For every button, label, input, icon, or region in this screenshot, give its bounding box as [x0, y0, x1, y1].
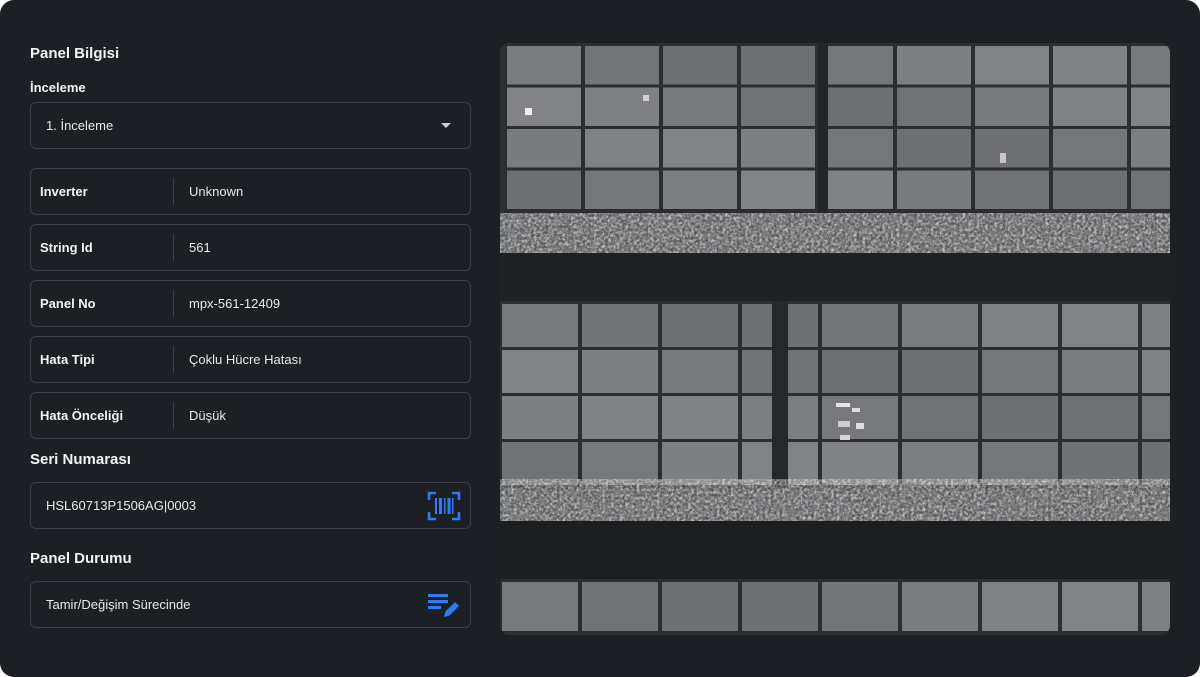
info-key: Hata Önceliği: [40, 408, 124, 423]
solar-array-image: [500, 43, 1170, 635]
info-row-inverter: Inverter Unknown: [30, 168, 471, 215]
panel-status-value: Tamir/Değişim Sürecinde: [46, 597, 191, 612]
panel-thermal-image: [500, 43, 1170, 635]
info-value: Düşük: [189, 408, 226, 423]
edit-list-icon[interactable]: [426, 588, 462, 622]
info-key: Panel No: [40, 296, 96, 311]
info-value: mpx-561-12409: [189, 296, 281, 311]
info-value: Unknown: [189, 184, 244, 199]
inspection-selected-value: 1. İnceleme: [46, 118, 114, 133]
info-key: Hata Tipi: [40, 352, 95, 367]
panel-status-title: Panel Durumu: [30, 550, 132, 567]
serial-number-title: Seri Numarası: [30, 451, 131, 468]
chevron-down-icon: [441, 123, 451, 128]
panel-status-field[interactable]: Tamir/Değişim Sürecinde: [30, 581, 471, 628]
panel-info-card: Panel Bilgisi İnceleme 1. İnceleme Inver…: [0, 0, 1200, 677]
info-row-string-id: String Id 561: [30, 224, 471, 271]
serial-number-value: HSL60713P1506AG|0003: [46, 498, 197, 513]
info-value: 561: [189, 240, 211, 255]
barcode-scan-icon[interactable]: [426, 489, 462, 523]
inspection-select[interactable]: 1. İnceleme: [30, 102, 471, 149]
info-row-panel-no: Panel No mpx-561-12409: [30, 280, 471, 327]
info-key: String Id: [40, 240, 93, 255]
info-key: Inverter: [40, 184, 88, 199]
panel-info-title: Panel Bilgisi: [30, 45, 120, 62]
info-row-fault-type: Hata Tipi Çoklu Hücre Hatası: [30, 336, 471, 383]
info-value: Çoklu Hücre Hatası: [189, 352, 302, 367]
info-row-fault-priority: Hata Önceliği Düşük: [30, 392, 471, 439]
inspection-label: İnceleme: [30, 80, 86, 95]
serial-number-field[interactable]: HSL60713P1506AG|0003: [30, 482, 471, 529]
